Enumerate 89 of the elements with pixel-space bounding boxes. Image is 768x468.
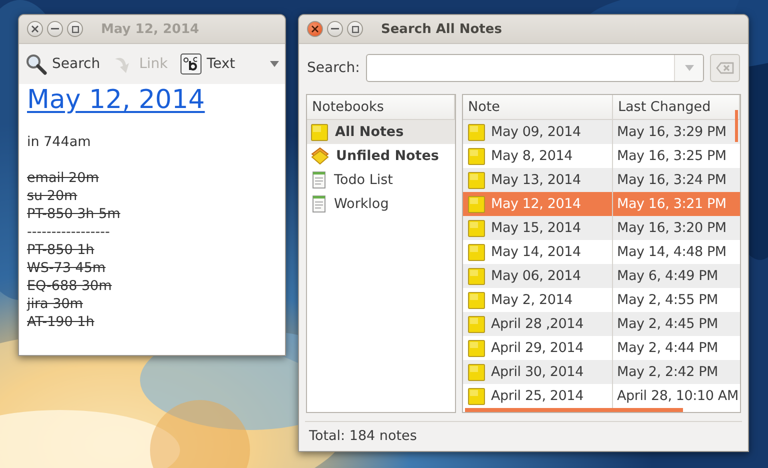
table-cell: April 25, 2014 (491, 388, 584, 404)
note-line: jira 30m (27, 295, 84, 313)
note-icon (310, 122, 329, 142)
note-row[interactable]: April 30, 2014 May 2, 2:42 PM (463, 360, 740, 384)
note-line: PT-850 1h (27, 241, 96, 259)
table-cell: May 16, 3:21 PM (617, 196, 726, 212)
note-icon (467, 362, 486, 382)
note-icon (467, 266, 486, 286)
notepad-icon (310, 194, 328, 214)
close-button[interactable] (27, 21, 43, 37)
note-icon (467, 290, 486, 310)
scrollbar[interactable] (465, 408, 683, 412)
note-row[interactable]: May 15, 2014 May 16, 3:20 PM (463, 216, 740, 240)
table-cell: May 6, 4:49 PM (617, 268, 718, 284)
table-cell: May 2, 2:42 PM (617, 364, 718, 380)
note-line: su 20m (27, 187, 78, 205)
table-cell: May 2, 4:55 PM (617, 292, 718, 308)
minimize-icon (331, 28, 339, 30)
note-line: AT-190 1h (27, 313, 96, 331)
note-line: PT-850 3h 5m (27, 205, 122, 223)
minimize-icon (51, 28, 59, 30)
table-cell: May 16, 3:29 PM (617, 124, 726, 140)
note-line: email 20m (27, 169, 100, 187)
table-cell: May 13, 2014 (491, 172, 581, 188)
magnifier-icon (25, 53, 47, 75)
table-cell: May 15, 2014 (491, 220, 581, 236)
notebook-item[interactable]: Todo List (307, 168, 455, 192)
table-cell: May 14, 4:48 PM (617, 244, 726, 260)
note-icon (467, 170, 486, 190)
minimize-button[interactable] (327, 21, 343, 37)
table-cell: May 16, 3:25 PM (617, 148, 726, 164)
table-cell: May 8, 2014 (491, 148, 573, 164)
note-row[interactable]: May 06, 2014 May 6, 4:49 PM (463, 264, 740, 288)
table-cell: April 28 ,2014 (491, 316, 584, 332)
note-row[interactable]: April 28 ,2014 May 2, 4:45 PM (463, 312, 740, 336)
table-cell: May 2, 4:44 PM (617, 340, 718, 356)
note-line: in 744am (27, 133, 92, 151)
table-cell: May 2, 2014 (491, 292, 573, 308)
table-cell: May 16, 3:20 PM (617, 220, 726, 236)
note-icon (467, 242, 486, 262)
note-icon (467, 338, 486, 358)
maximize-button[interactable] (67, 21, 83, 37)
table-cell: May 12, 2014 (491, 196, 581, 212)
status-text: Total: 184 notes (305, 421, 742, 450)
clear-icon (716, 62, 734, 74)
column-header[interactable]: Notebooks (307, 95, 455, 119)
search-field[interactable] (366, 54, 704, 82)
dropdown-icon[interactable] (270, 61, 279, 67)
notebook-item[interactable]: Unfiled Notes (307, 144, 455, 168)
note-line: WS-73 45m (27, 259, 107, 277)
note-icon (467, 218, 486, 238)
window-title: May 12, 2014 (101, 22, 200, 36)
note-line: EQ-688 30m (27, 277, 113, 295)
minimize-button[interactable] (47, 21, 63, 37)
table-cell: May 06, 2014 (491, 268, 581, 284)
table-cell: April 30, 2014 (491, 364, 584, 380)
table-cell: May 09, 2014 (491, 124, 581, 140)
stacked-notes-icon (310, 146, 330, 166)
table-cell: April 28, 10:10 AM (617, 388, 738, 404)
column-header[interactable]: Note (463, 95, 613, 119)
note-icon (467, 146, 486, 166)
table-cell: May 14, 2014 (491, 244, 581, 260)
search-label: Search: (307, 60, 360, 76)
note-row[interactable]: May 13, 2014 May 16, 3:24 PM (463, 168, 740, 192)
table-cell: May 16, 3:24 PM (617, 172, 726, 188)
note-editor[interactable]: May 12, 2014 in 744am email 20m su 20m PT-850 3h 5m ----------------- PT-850 1h WS-73 45m EQ-688 30m jira 30m AT-190 1h (19, 84, 285, 355)
note-icon (467, 386, 486, 406)
close-icon (311, 25, 319, 33)
note-line: ----------------- (27, 223, 111, 241)
notebook-item[interactable]: All Notes (307, 120, 455, 144)
maximize-icon (352, 26, 358, 32)
window-title: Search All Notes (381, 22, 502, 36)
maximize-button[interactable] (347, 21, 363, 37)
notebook-item[interactable]: Worklog (307, 192, 455, 216)
note-icon (467, 314, 486, 334)
note-icon (467, 194, 486, 214)
table-cell: April 29, 2014 (491, 340, 584, 356)
close-icon (31, 25, 39, 33)
maximize-icon (72, 26, 78, 32)
table-cell: May 2, 4:45 PM (617, 316, 718, 332)
search-button[interactable]: Search (25, 53, 100, 75)
notepad-icon (310, 170, 328, 190)
text-format-icon (180, 53, 202, 75)
note-row[interactable]: May 09, 2014 May 16, 3:29 PM (463, 120, 740, 144)
note-icon (467, 122, 486, 142)
text-button[interactable]: Text (180, 53, 236, 75)
close-button[interactable] (307, 21, 323, 37)
scrollbar[interactable] (735, 110, 738, 142)
note-title-link[interactable]: May 12, 2014 (27, 85, 205, 115)
